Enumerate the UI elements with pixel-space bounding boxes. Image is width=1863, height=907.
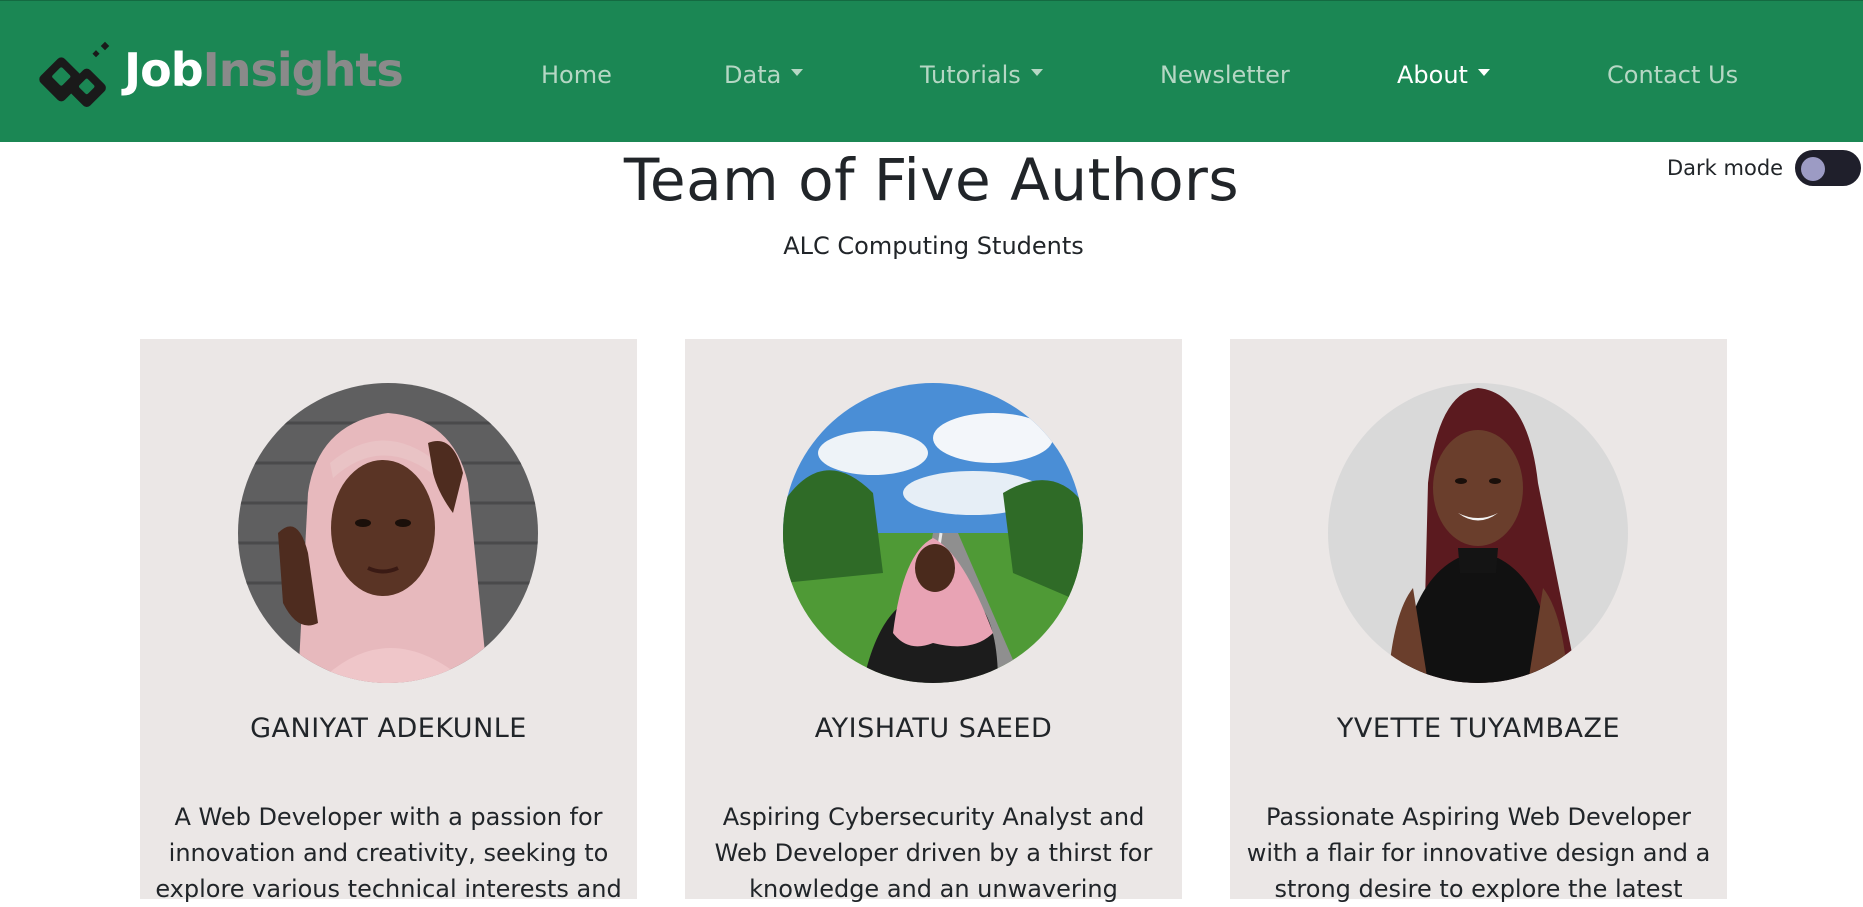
- nav-contact-label: Contact Us: [1607, 61, 1739, 89]
- nav-tutorials-label: Tutorials: [920, 61, 1021, 89]
- brand-name-part2: Insights: [202, 43, 404, 97]
- page-subtitle: ALC Computing Students: [783, 232, 1084, 260]
- caret-down-icon: [1030, 68, 1043, 76]
- avatar: [783, 383, 1083, 683]
- nav-tutorials-dropdown[interactable]: Tutorials: [920, 61, 1043, 89]
- caret-down-icon: [791, 68, 804, 76]
- avatar: [1328, 383, 1628, 683]
- dark-mode-toggle[interactable]: [1795, 150, 1862, 186]
- brand-name: JobInsights: [124, 43, 404, 97]
- avatar: [238, 383, 538, 683]
- team-member-bio: A Web Developer with a passion for innov…: [155, 803, 622, 903]
- nav-home-label: Home: [541, 61, 612, 89]
- team-member-name: AYISHATU SAEED: [814, 713, 1053, 744]
- person-portrait-photo-icon: [1328, 383, 1628, 683]
- navbar: JobInsights Home Data Tutorials Newslett…: [0, 0, 1863, 142]
- logo-icon: [28, 37, 120, 123]
- nav-data-label: Data: [724, 61, 782, 89]
- team-card: YVETTE TUYAMBAZE Passionate Aspiring Web…: [1230, 339, 1727, 903]
- nav-about-label: About: [1397, 61, 1468, 89]
- nav-data-dropdown[interactable]: Data: [724, 61, 804, 89]
- nav-contact-us[interactable]: Contact Us: [1607, 61, 1738, 89]
- dark-mode-label: Dark mode: [1667, 156, 1784, 180]
- team-member-bio: Passionate Aspiring Web Developer with a…: [1246, 803, 1711, 903]
- team-card: GANIYAT ADEKUNLE A Web Developer with a …: [140, 339, 637, 903]
- person-portrait-photo-icon: [238, 383, 538, 683]
- nav-newsletter-label: Newsletter: [1160, 61, 1290, 89]
- brand-name-part1: Job: [124, 43, 204, 97]
- team-member-name: GANIYAT ADEKUNLE: [250, 713, 527, 744]
- team-member-bio: Aspiring Cybersecurity Analyst and Web D…: [714, 803, 1153, 903]
- brand-logo-link[interactable]: JobInsights: [28, 37, 404, 123]
- page-title: Team of Five Authors: [623, 146, 1240, 214]
- caret-down-icon: [1477, 68, 1490, 76]
- person-portrait-photo-icon: [783, 383, 1083, 683]
- nav-about-dropdown[interactable]: About: [1397, 61, 1490, 89]
- nav-home[interactable]: Home: [541, 61, 612, 89]
- dark-mode-control: Dark mode: [1667, 150, 1862, 186]
- nav-newsletter[interactable]: Newsletter: [1160, 61, 1290, 89]
- team-card: AYISHATU SAEED Aspiring Cybersecurity An…: [685, 339, 1182, 903]
- team-member-name: YVETTE TUYAMBAZE: [1336, 713, 1621, 744]
- toggle-knob: [1801, 157, 1826, 181]
